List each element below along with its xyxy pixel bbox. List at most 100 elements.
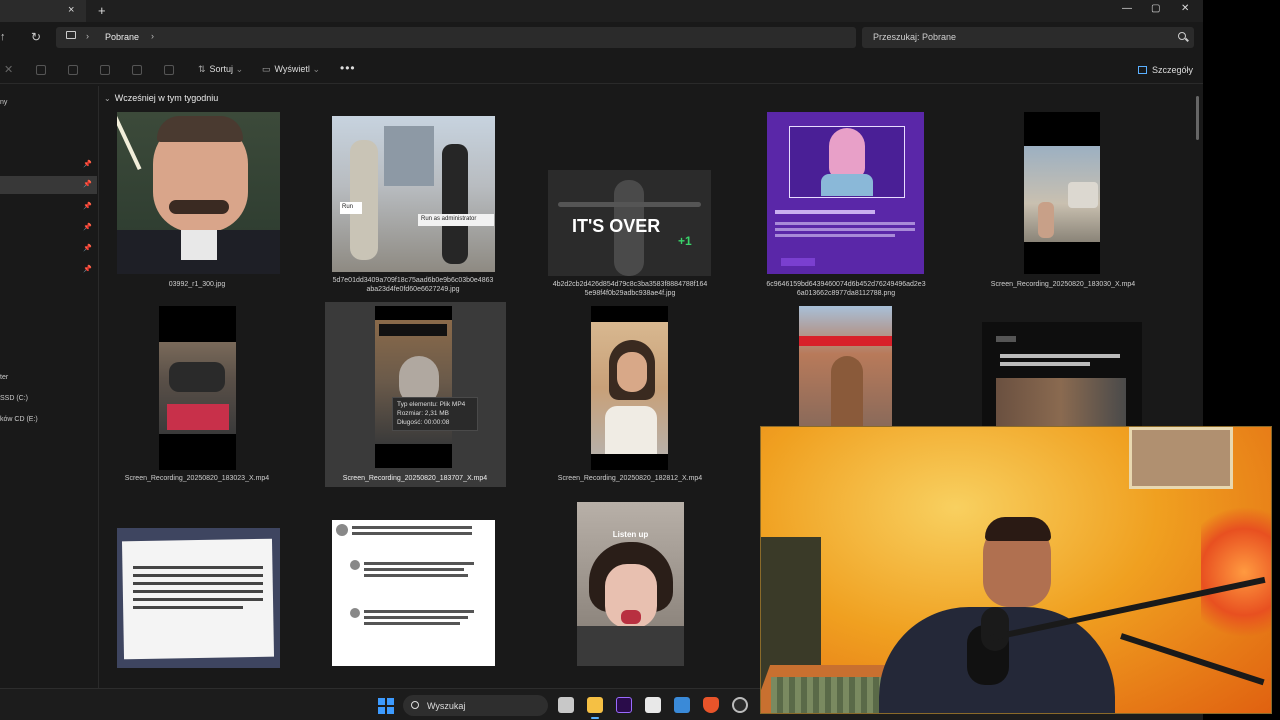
sidebar-item-this-pc[interactable]: ter (0, 369, 97, 387)
sidebar-item-pinned-4[interactable]: 📌 (0, 219, 97, 237)
minimize-button[interactable]: — (1122, 3, 1132, 14)
meme-caption: IT'S OVER (572, 216, 661, 236)
file-item[interactable]: Run Run as administrator 5d7e01dd3409a70… (323, 110, 503, 300)
brave-icon[interactable] (703, 697, 719, 713)
file-item-selected[interactable]: Screen_Recording_20250820_183707_X.mp4 (325, 302, 506, 487)
tooltip-size: Rozmiar: 2,31 MB (397, 410, 450, 417)
search-icon[interactable] (1178, 32, 1186, 40)
scrollbar-thumb[interactable] (1196, 96, 1199, 140)
file-item[interactable]: Screen_Recording_20250820_183023_X.mp4 (107, 304, 287, 488)
pin-icon: 📌 (83, 161, 92, 168)
search-input[interactable]: Przeszukaj: Pobrane (862, 27, 1194, 48)
file-explorer-icon[interactable] (587, 697, 603, 713)
file-thumbnail: Run Run as administrator (332, 116, 495, 272)
search-icon (411, 701, 419, 709)
sidebar-item-0[interactable]: ny (0, 94, 97, 112)
sort-label: Sortuj (209, 64, 234, 74)
file-thumbnail (767, 112, 924, 274)
pin-icon: 📌 (83, 224, 92, 231)
sidebar-item-pinned-3[interactable]: 📌 (0, 198, 97, 216)
group-header[interactable]: ⌄ Wcześniej w tym tygodniu (104, 93, 218, 103)
file-thumbnail (591, 306, 668, 470)
file-item[interactable]: Listen up (540, 496, 720, 676)
group-label: Wcześniej w tym tygodniu (114, 93, 219, 103)
share-icon[interactable] (132, 65, 142, 75)
task-view-icon[interactable] (558, 697, 574, 713)
start-icon[interactable] (378, 698, 394, 714)
file-name: 5d7e01dd3409a709f18c75aad6b0e9b6c03b0e48… (332, 277, 494, 293)
up-arrow-icon[interactable]: ↑ (0, 31, 6, 43)
file-thumbnail (159, 306, 236, 470)
calculator-icon[interactable] (645, 697, 661, 713)
file-name: Screen_Recording_20250820_182812_X.mp4 (557, 475, 703, 482)
file-item[interactable] (107, 496, 287, 676)
copy-icon[interactable] (36, 65, 46, 75)
refresh-icon[interactable]: ↻ (31, 30, 41, 44)
file-thumbnail (375, 306, 452, 468)
sidebar-item-ssd[interactable]: SSD (C:) (0, 390, 97, 408)
close-window-button[interactable]: ✕ (1181, 3, 1189, 14)
pin-icon: 📌 (83, 181, 92, 188)
search-placeholder: Przeszukaj: Pobrane (873, 32, 957, 42)
file-item[interactable]: 03992_r1_300.jpg (107, 110, 287, 300)
premiere-icon[interactable] (616, 697, 632, 713)
file-name: Screen_Recording_20250820_183707_X.mp4 (342, 475, 488, 482)
more-options-button[interactable]: ••• (340, 61, 356, 75)
sort-button[interactable]: ⇅ Sortuj ⌄ (198, 64, 243, 75)
delete-icon[interactable] (164, 65, 174, 75)
taskbar-search-label: Wyszukaj (427, 701, 466, 711)
paste-icon[interactable] (68, 65, 78, 75)
command-bar: ✕ ⇅ Sortuj ⌄ ▭ Wyświetl ⌄ ••• Szczegóły (0, 56, 1203, 84)
file-thumbnail: Listen up (577, 502, 684, 666)
navigation-pane: ny 📌 📌 📌 📌 📌 📌 ter SSD (C:) ków CD (E:) (0, 86, 99, 688)
file-thumbnail (799, 306, 892, 426)
address-row: ↑ ↻ › Pobrane › Przeszukaj: Pobrane (0, 26, 1203, 50)
taskbar-search[interactable]: Wyszukaj (403, 695, 548, 716)
details-label: Szczegóły (1152, 65, 1194, 75)
breadcrumb-separator-icon[interactable]: › (86, 31, 89, 41)
file-thumbnail (117, 528, 280, 668)
sidebar-item-pinned-5[interactable]: 📌 (0, 240, 97, 258)
sidebar-item-cd-drive[interactable]: ków CD (E:) (0, 411, 97, 429)
view-button[interactable]: ▭ Wyświetl ⌄ (262, 64, 320, 75)
computer-icon (66, 31, 76, 39)
file-name: Screen_Recording_20250820_183023_X.mp4 (124, 475, 270, 482)
maximize-button[interactable]: ▢ (1151, 3, 1160, 14)
breadcrumb-pobrane[interactable]: Pobrane (105, 32, 139, 42)
file-item[interactable]: IT'S OVER +1 4b2d2cb2d426d854d79c8c3ba35… (540, 110, 720, 300)
chevron-down-icon: ⌄ (104, 94, 111, 103)
file-item[interactable]: Screen_Recording_20250820_182812_X.mp4 (540, 304, 720, 488)
sidebar-item-pinned-6[interactable]: 📌 (0, 261, 97, 279)
new-tab-button[interactable]: + (98, 3, 106, 18)
file-name: 03992_r1_300.jpg (168, 281, 226, 288)
file-item[interactable]: 6c9646159bd6439460074d6b452d76249496ad2e… (756, 110, 936, 300)
file-tooltip: Typ elementu: Plik MP4 Rozmiar: 2,31 MB … (392, 397, 478, 431)
file-item[interactable] (323, 496, 503, 676)
file-thumbnail (1024, 112, 1100, 274)
tab-close-icon[interactable]: × (68, 4, 74, 16)
file-item[interactable]: Screen_Recording_20250820_183030_X.mp4 (973, 110, 1153, 300)
tab-pobrane[interactable]: × (0, 0, 86, 22)
details-button[interactable]: Szczegóły (1138, 65, 1193, 75)
sidebar-item-pinned-2[interactable]: 📌 (0, 176, 97, 194)
tooltip-duration: Długość: 00:00:08 (397, 419, 450, 426)
sort-icon: ⇅ (198, 64, 206, 74)
breadcrumb-separator-icon[interactable]: › (151, 31, 154, 41)
webcam-overlay (760, 426, 1272, 714)
file-thumbnail (332, 520, 495, 666)
cut-icon[interactable]: ✕ (4, 63, 13, 76)
details-pane-icon (1138, 66, 1147, 74)
file-thumbnail (117, 112, 280, 274)
active-app-indicator (591, 717, 599, 719)
settings-gear-icon[interactable] (732, 697, 748, 713)
pin-icon: 📌 (83, 245, 92, 252)
sidebar-item-pinned-1[interactable]: 📌 (0, 156, 97, 174)
file-name: 4b2d2cb2d426d854d79c8c3ba3583f8884788f16… (552, 281, 708, 297)
run-admin-label: Run as administrator (418, 214, 494, 226)
file-thumbnail: IT'S OVER +1 (548, 170, 711, 276)
photos-icon[interactable] (674, 697, 690, 713)
view-icon: ▭ (262, 64, 271, 74)
address-bar[interactable]: › Pobrane › (56, 27, 856, 48)
rename-icon[interactable] (100, 65, 110, 75)
pin-icon: 📌 (83, 203, 92, 210)
